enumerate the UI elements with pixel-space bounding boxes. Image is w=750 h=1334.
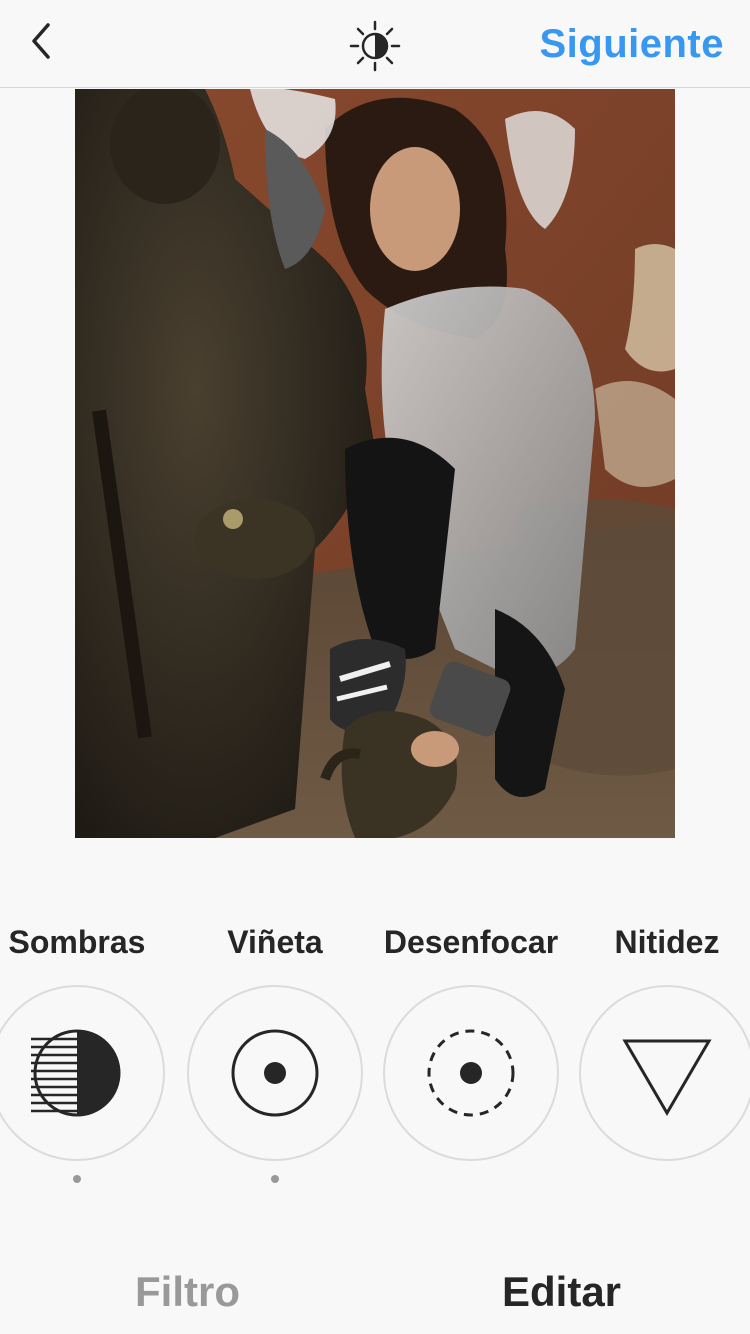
- tool-vignette-adjusted-dot: [271, 1175, 279, 1183]
- tab-edit[interactable]: Editar: [502, 1268, 621, 1316]
- tool-shadows-adjusted-dot: [73, 1175, 81, 1183]
- edit-screen: Siguiente Sombras Viñeta Desenfocar Niti…: [0, 0, 750, 1334]
- tool-sharpen-circle[interactable]: [579, 985, 750, 1161]
- shadows-icon: [31, 1029, 121, 1117]
- tool-shadows[interactable]: Sombras: [0, 920, 167, 1200]
- tool-shadows-circle[interactable]: [0, 985, 165, 1161]
- lux-sun-icon: [349, 20, 401, 72]
- photo-preview: [75, 89, 675, 838]
- tool-tilt-shift[interactable]: Desenfocar: [381, 920, 561, 1200]
- tab-filter[interactable]: Filtro: [135, 1268, 240, 1316]
- photo-image: [75, 89, 675, 838]
- lux-button[interactable]: [349, 20, 401, 72]
- chevron-left-icon: [32, 23, 50, 59]
- sharpen-icon: [622, 1039, 712, 1116]
- tool-sharpen[interactable]: Nitidez: [577, 920, 750, 1200]
- back-button[interactable]: [18, 18, 64, 64]
- tool-vignette-circle[interactable]: [187, 985, 363, 1161]
- tool-tilt-shift-circle[interactable]: [383, 985, 559, 1161]
- tools-carousel[interactable]: Sombras Viñeta Desenfocar Nitidez: [0, 920, 750, 1200]
- tilt-shift-icon: [427, 1029, 515, 1117]
- tool-vignette[interactable]: Viñeta: [185, 920, 365, 1200]
- next-button[interactable]: Siguiente: [539, 22, 724, 67]
- top-bar: Siguiente: [0, 0, 750, 88]
- vignette-icon: [231, 1029, 319, 1117]
- tool-sharpen-label: Nitidez: [614, 924, 720, 960]
